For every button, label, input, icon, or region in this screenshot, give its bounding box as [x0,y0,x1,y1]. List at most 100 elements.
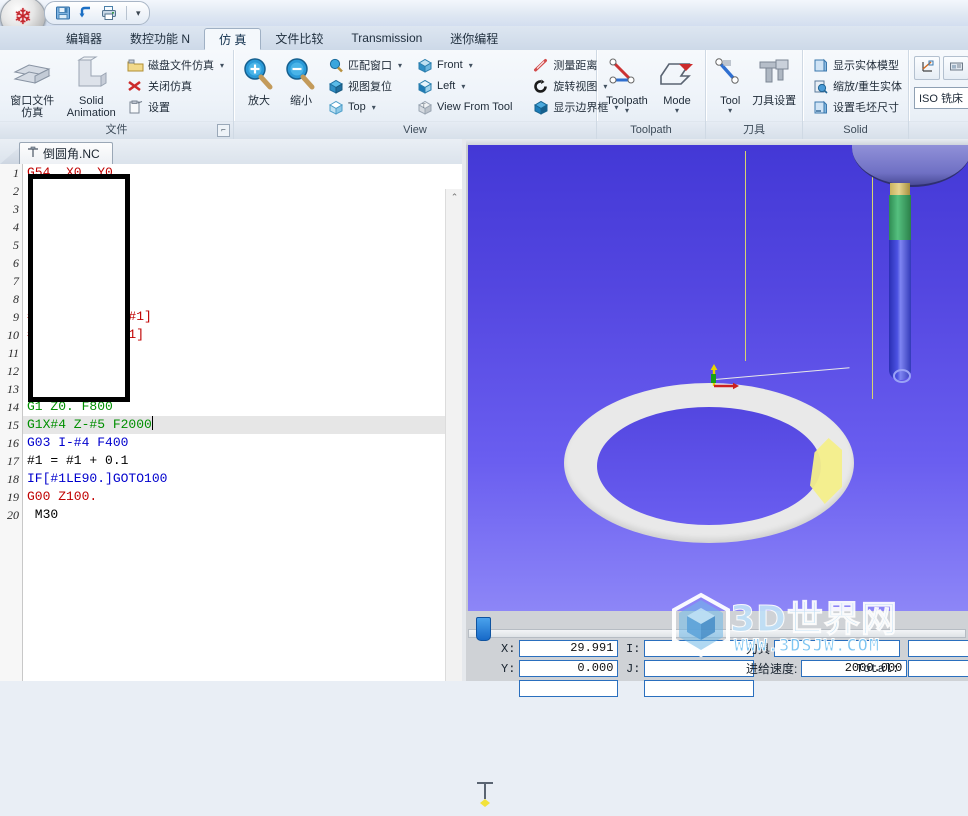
code-line[interactable]: M30 [23,506,445,524]
playback-slider-handle[interactable] [476,617,491,641]
toolpath-vertical-line-right [872,151,873,399]
fit-window-button[interactable]: 匹配窗口 ▾ [323,55,406,75]
line-number: 13 [7,382,19,396]
print-icon[interactable] [101,5,117,21]
zoom-out-label: 缩小 [290,95,312,107]
close-sim-button[interactable]: 关闭仿真 [123,76,228,96]
ribbon-tab-bar: 编辑器 数控功能 N 仿 真 文件比较 Transmission 迷你编程 [0,26,968,51]
code-line-current[interactable]: G1X#4 Z-#5 F2000 [23,416,445,434]
mode-button[interactable]: Mode ▾ [654,53,700,115]
field-feed-label: 进给速度: [746,662,798,676]
line-number: 4 [13,220,19,234]
tool-settings-label: 刀具设置 [752,95,797,107]
field-total-label: Total: [856,661,900,676]
top-view-label: Top [348,101,366,113]
simulation-3d-canvas[interactable] [468,145,968,611]
tool-settings-icon [754,55,794,95]
tool-settings-button[interactable]: 刀具设置 [751,53,797,107]
chevron-down-icon[interactable]: ▾ [372,103,376,112]
disk-folder-icon [127,57,144,74]
top-view-icon [327,99,344,116]
machine-type-select[interactable]: ISO 铣床 [914,87,968,109]
code-line[interactable]: G00 Z100. [23,488,445,506]
field-j-label: J: [626,661,641,676]
scroll-up-arrow-icon[interactable]: ⌃ [446,189,463,205]
axis-origin-button[interactable] [914,56,940,80]
line-number: 10 [7,328,19,342]
line-number: 2 [13,184,19,198]
field-total-top-value[interactable] [908,640,968,657]
bounding-box-icon [532,99,549,116]
chevron-down-icon[interactable]: ▾ [675,107,679,115]
line-number-gutter: 1 2 3 4 5 6 7 8 9 10 11 12 13 14 15 16 1… [0,164,23,681]
measure-distance-icon [532,57,549,74]
window-file-sim-button[interactable]: 窗口文件仿真 [5,53,60,119]
tab-nc-functions[interactable]: 数控功能 N [116,26,204,50]
chevron-down-icon[interactable]: ▾ [136,8,141,19]
front-view-button[interactable]: Front ▾ [412,55,516,75]
zoom-out-icon [281,55,321,95]
field-i-value[interactable] [644,640,755,657]
code-line[interactable]: #1 = #1 + 0.1 [23,452,445,470]
chevron-down-icon[interactable]: ▾ [461,82,465,91]
line-number: 18 [7,472,19,486]
zoom-in-icon [239,55,279,95]
line-number: 12 [7,364,19,378]
view-reset-button[interactable]: 视图复位 [323,76,406,96]
toolpath-icon [605,55,649,95]
file-dialog-launcher[interactable]: ⌐ [217,124,230,137]
machine-table-icon [949,60,964,76]
disk-file-sim-button[interactable]: 磁盘文件仿真 ▾ [123,55,228,75]
field-k-value[interactable] [644,680,755,697]
chevron-down-icon[interactable]: ▾ [469,61,473,70]
line-number: 15 [7,418,19,432]
top-view-button[interactable]: Top ▾ [323,97,406,117]
chevron-down-icon[interactable]: ▾ [398,61,402,70]
code-occlusion-overlay [28,174,130,402]
field-j: J: [626,660,755,677]
chevron-down-icon[interactable]: ▾ [220,61,224,70]
tool-button[interactable]: Tool ▾ [711,53,749,115]
field-i: I: [626,640,755,657]
tab-simulation[interactable]: 仿 真 [204,28,262,50]
stock-size-button[interactable]: 设置毛坯尺寸 [808,97,906,117]
code-line[interactable]: G03 I-#4 F400 [23,434,445,452]
toolpath-button[interactable]: Toolpath ▾ [602,53,652,115]
chevron-down-icon[interactable]: ▾ [625,107,629,115]
document-tab-nc-file[interactable]: 倒圆角.NC [19,142,113,164]
group-label-tool-text: 刀具 [743,124,765,136]
code-line[interactable]: IF[#1LE90.]GOTO100 [23,470,445,488]
view-from-tool-button[interactable]: T View From Tool [412,97,516,117]
show-solid-model-button[interactable]: 显示实体模型 [808,55,906,75]
save-icon[interactable] [55,5,71,21]
tab-transmission[interactable]: Transmission [337,26,436,50]
field-y-value[interactable]: 0.000 [519,660,619,677]
settings-button[interactable]: 设置 [123,97,228,117]
tab-editor[interactable]: 编辑器 [52,26,116,50]
tab-file-compare[interactable]: 文件比较 [261,26,337,50]
editor-vertical-scrollbar[interactable]: ⌃ [445,189,463,681]
field-tool: 刀具 [746,640,901,657]
left-view-button[interactable]: Left ▾ [412,76,516,96]
chevron-down-icon[interactable]: ▾ [728,107,732,115]
regen-solid-button[interactable]: 缩放/重生实体 [808,76,906,96]
tab-mini-program[interactable]: 迷你编程 [436,26,512,50]
line-number: 20 [7,508,19,522]
zoom-out-button[interactable]: 缩小 [281,53,321,107]
solid-animation-button[interactable]: Solid Animation [62,53,121,119]
field-z-value[interactable] [519,680,619,697]
document-tab-label: 倒圆角.NC [43,147,100,161]
machine-table-button[interactable] [943,56,968,80]
field-total-top [908,640,968,657]
field-j-value[interactable] [644,660,755,677]
zoom-in-button[interactable]: 放大 [239,53,279,107]
left-view-label: Left [437,80,456,92]
code-area[interactable]: 1 2 3 4 5 6 7 8 9 10 11 12 13 14 15 16 1… [0,164,466,681]
axis-origin-icon [920,60,935,76]
playback-slider-track[interactable] [468,629,966,638]
field-total-value[interactable] [908,660,968,677]
field-x-value[interactable]: 29.991 [519,640,619,657]
field-tool-value[interactable] [774,640,901,657]
undo-icon[interactable] [78,5,94,21]
quick-access-toolbar: ▾ [44,1,150,25]
